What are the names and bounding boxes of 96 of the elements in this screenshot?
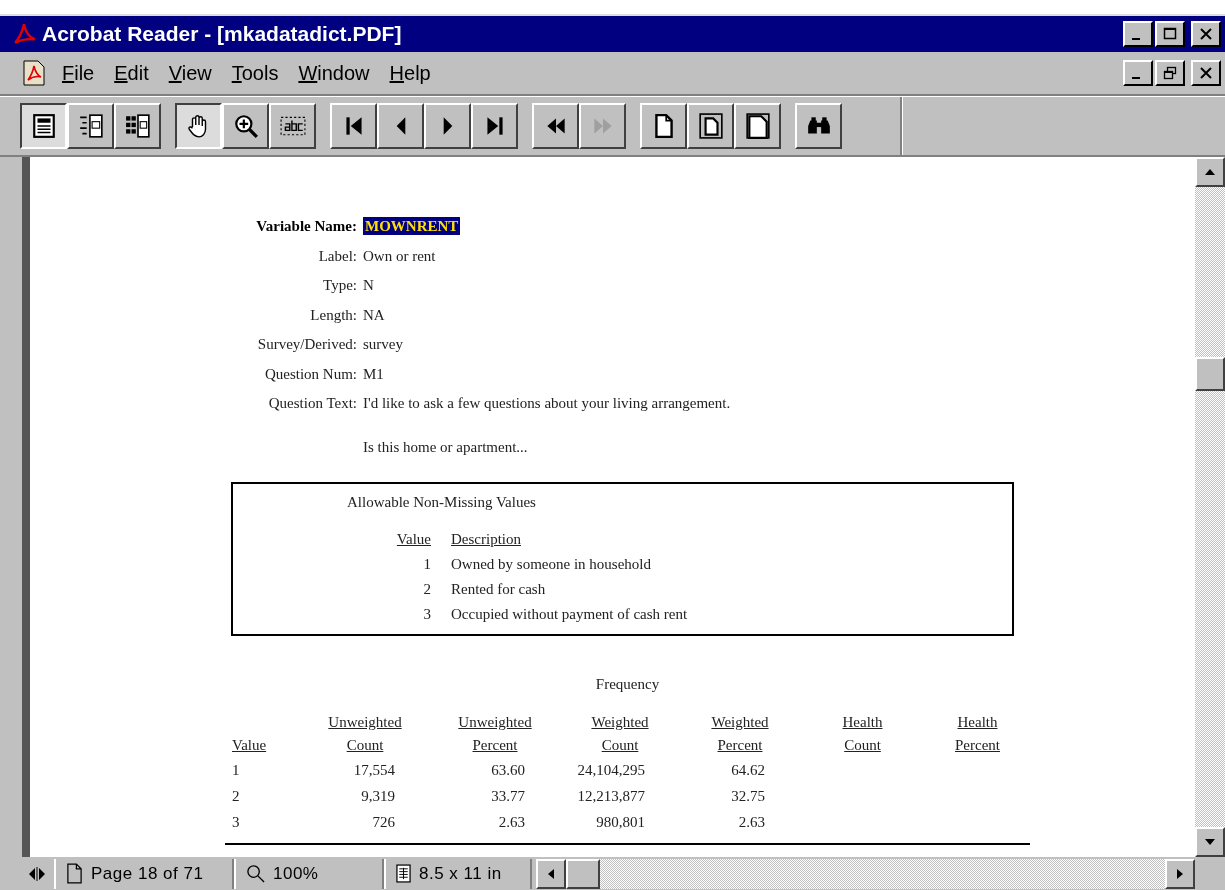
scroll-thumb[interactable] [1195, 357, 1225, 391]
column-header: Description [451, 531, 521, 547]
column-header: Percent [472, 736, 518, 755]
field-value: I'd like to ask a few questions about your living arrangement. [363, 395, 731, 411]
column-header: Weighted [591, 713, 649, 732]
table-cell: 32.75 [731, 788, 765, 804]
table-cell: 17,554 [353, 762, 395, 778]
minimize-button[interactable] [1123, 21, 1153, 47]
field-value: Own or rent [363, 247, 436, 264]
horizontal-scrollbar[interactable] [536, 858, 1195, 889]
field-label: Survey/Derived: [256, 335, 357, 354]
column-header: Health [842, 713, 883, 732]
column-header: Count [601, 736, 639, 755]
table-cell: Rented for cash [451, 581, 546, 597]
box-title: Allowable Non-Missing Values [347, 494, 537, 511]
column-header: Value [396, 531, 431, 547]
field-label: Type: [322, 276, 357, 295]
field-label: Length: [309, 305, 357, 325]
table-cell: 1 [232, 762, 240, 778]
field-label: Variable Name: [255, 217, 357, 236]
field-value: M1 [363, 365, 384, 382]
column-header: Count [346, 736, 384, 755]
page-grid-icon [396, 864, 411, 883]
table-title: Frequency [595, 676, 660, 692]
table-cell: 12,213,877 [577, 788, 645, 804]
menu-item[interactable]: Edit [114, 61, 149, 85]
scroll-up-icon[interactable] [1205, 169, 1215, 175]
field-label: Question Num: [263, 364, 357, 384]
minimize-icon [1132, 77, 1140, 79]
close-button[interactable] [1191, 21, 1221, 47]
field-value: N [363, 277, 374, 293]
column-header: Health [957, 713, 998, 732]
split-arrows-icon[interactable] [28, 866, 46, 881]
toolbar-button[interactable] [20, 103, 67, 149]
framed-page-icon [697, 113, 724, 139]
variable-name-value: MOWNRENT [363, 217, 461, 235]
column-header: Percent [955, 736, 1000, 755]
column-header: Percent [717, 736, 763, 755]
page-lines-icon [30, 113, 57, 139]
close-icon [1199, 27, 1213, 41]
scroll-thumb[interactable] [566, 858, 600, 889]
restore-button[interactable] [1155, 60, 1185, 86]
table-cell: 726 [372, 814, 395, 830]
table-cell: 1 [423, 556, 431, 572]
minimize-icon [1132, 38, 1140, 40]
table-cell: 63.60 [491, 762, 525, 778]
scroll-down-icon[interactable] [1205, 839, 1215, 845]
menu-item[interactable]: Help [389, 61, 431, 85]
field-label: Question Text: [267, 394, 357, 413]
window-title: Acrobat Reader - [mkadatadict.PDF] [42, 22, 402, 46]
list-page-icon [77, 113, 104, 139]
field-label: Label: [317, 246, 357, 266]
menu-item[interactable]: Window [298, 61, 370, 85]
table-cell: 2 [232, 788, 240, 804]
menu-item[interactable]: File [62, 61, 95, 85]
page-icon [66, 863, 83, 884]
grid-page-icon [124, 113, 151, 139]
minimize-button[interactable] [1123, 60, 1153, 86]
column-header: Count [844, 736, 881, 755]
field-value: NA [363, 306, 385, 323]
wide-page-icon [744, 113, 771, 139]
table-cell: 64.62 [731, 762, 765, 778]
column-header: Unweighted [328, 713, 402, 732]
table-cell: 2.63 [498, 814, 525, 830]
column-header: Unweighted [458, 713, 532, 732]
zoom-in-icon [232, 113, 259, 139]
restore-icon [1163, 66, 1177, 80]
table-cell: 2 [423, 581, 431, 597]
magnifier-icon [246, 864, 265, 883]
question-text: Is this home or apartment... [363, 438, 528, 455]
table-cell: Owned by someone in household [451, 556, 651, 572]
scroll-left-icon[interactable] [548, 868, 554, 879]
column-header: Weighted [711, 713, 769, 732]
table-cell: 980,801 [596, 814, 645, 830]
menu-item[interactable]: View [168, 61, 212, 85]
scroll-right-icon[interactable] [1177, 868, 1183, 879]
table-cell: 3 [232, 814, 240, 830]
close-icon [1199, 66, 1213, 80]
toolbar-button[interactable] [175, 103, 222, 149]
table-cell: 2.63 [738, 814, 765, 830]
zoom-level: 100% [273, 863, 319, 884]
column-header: Value [232, 736, 267, 755]
table-cell: 9,319 [361, 788, 395, 804]
menu-item[interactable]: Tools [231, 61, 279, 85]
page-number: Page 18 of 71 [91, 863, 204, 884]
maximize-button[interactable] [1155, 21, 1185, 47]
table-cell: Occupied without payment of cash rent [451, 606, 688, 622]
table-cell: 33.77 [491, 788, 525, 804]
close-button[interactable] [1191, 60, 1221, 86]
document-icon[interactable] [22, 60, 46, 86]
table-cell: 24,104,295 [577, 762, 645, 778]
page-size: 8.5 x 11 in [419, 863, 502, 884]
vertical-scrollbar[interactable] [1195, 157, 1225, 857]
maximize-icon [1163, 27, 1177, 41]
field-value: survey [363, 336, 403, 352]
table-cell: 3 [423, 606, 431, 622]
